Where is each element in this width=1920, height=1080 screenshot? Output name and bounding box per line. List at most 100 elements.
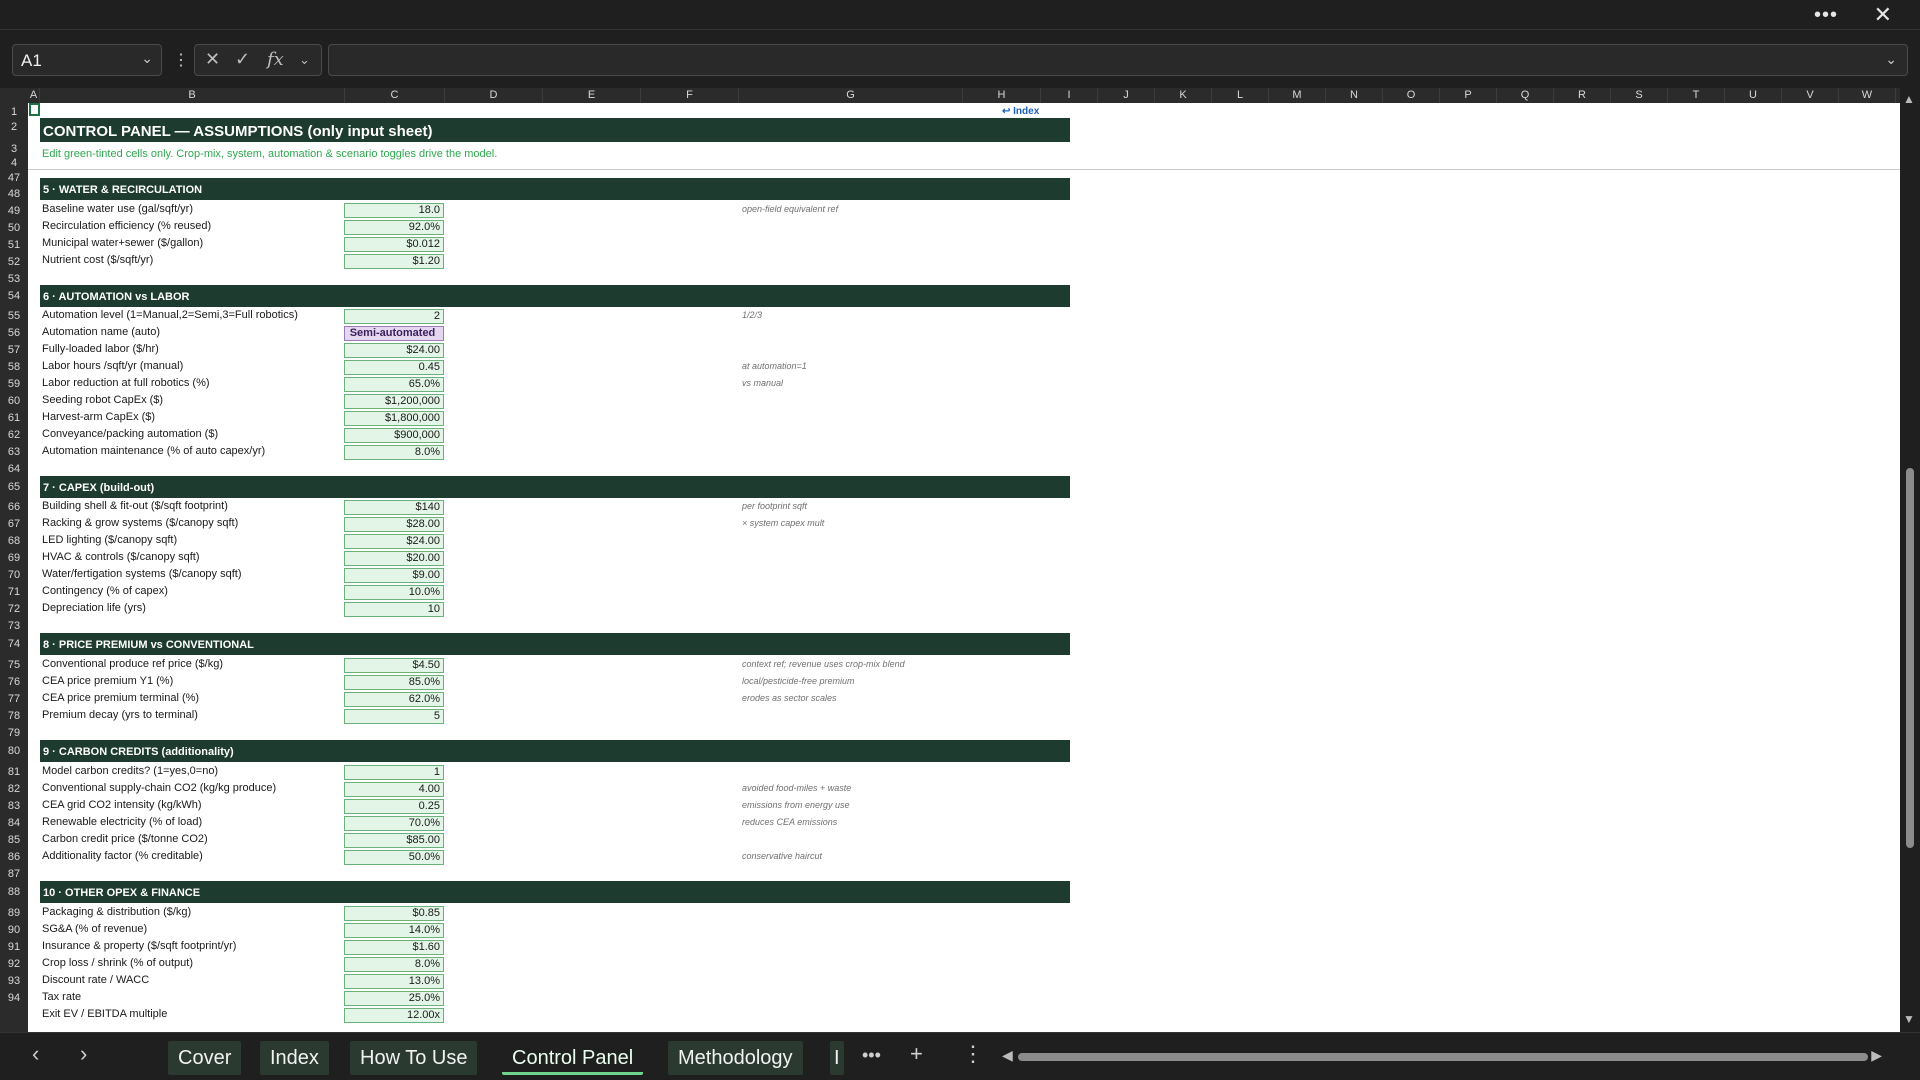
input-credit-price[interactable]: $85.00 <box>344 833 444 848</box>
row-header-51[interactable]: 51 <box>0 239 28 251</box>
column-header-t[interactable]: T <box>1668 88 1725 103</box>
column-header-a[interactable]: A <box>28 88 40 103</box>
input-renewable[interactable]: 70.0% <box>344 816 444 831</box>
row-header-90[interactable]: 90 <box>0 924 28 936</box>
input-additionality[interactable]: 50.0% <box>344 850 444 865</box>
input-building-shell[interactable]: $140 <box>344 500 444 515</box>
input-sga[interactable]: 14.0% <box>344 923 444 938</box>
row-header-62[interactable]: 62 <box>0 429 28 441</box>
column-header-m[interactable]: M <box>1269 88 1326 103</box>
column-header-n[interactable]: N <box>1326 88 1383 103</box>
row-header-72[interactable]: 72 <box>0 603 28 615</box>
chevron-down-icon[interactable]: ⌄ <box>141 50 153 67</box>
column-header-j[interactable]: J <box>1098 88 1155 103</box>
tab-cover[interactable]: Cover <box>168 1041 242 1075</box>
column-header-e[interactable]: E <box>543 88 641 103</box>
row-header-1[interactable]: 1 <box>0 106 28 118</box>
row-header-47[interactable]: 47 <box>0 172 28 184</box>
horizontal-scrollbar[interactable]: ◀ ▶ <box>1002 1047 1882 1063</box>
column-header-v[interactable]: V <box>1782 88 1839 103</box>
tab-truncated[interactable]: I <box>830 1041 844 1075</box>
next-sheet-icon[interactable]: › <box>80 1041 87 1067</box>
row-header-76[interactable]: 76 <box>0 676 28 688</box>
row-header-74[interactable]: 74 <box>0 638 28 650</box>
sheet-options-icon[interactable]: ⋮ <box>962 1041 984 1067</box>
column-header-k[interactable]: K <box>1155 88 1212 103</box>
sheet-area[interactable]: ↩ Index CONTROL PANEL — ASSUMPTIONS (onl… <box>28 103 1900 1032</box>
add-sheet-icon[interactable]: + <box>910 1041 923 1067</box>
row-header-63[interactable]: 63 <box>0 446 28 458</box>
fx-icon[interactable]: fx <box>267 49 284 70</box>
row-header-56[interactable]: 56 <box>0 327 28 339</box>
row-header-89[interactable]: 89 <box>0 907 28 919</box>
scroll-left-icon[interactable]: ◀ <box>1002 1047 1013 1064</box>
input-baseline-water[interactable]: 18.0 <box>344 203 444 218</box>
row-header-77[interactable]: 77 <box>0 693 28 705</box>
input-grid-co2[interactable]: 0.25 <box>344 799 444 814</box>
column-header-f[interactable]: F <box>641 88 739 103</box>
row-header-60[interactable]: 60 <box>0 395 28 407</box>
row-header-70[interactable]: 70 <box>0 569 28 581</box>
row-header-82[interactable]: 82 <box>0 783 28 795</box>
scroll-right-icon[interactable]: ▶ <box>1871 1047 1882 1064</box>
more-sheets-icon[interactable]: ••• <box>862 1045 881 1066</box>
index-link[interactable]: ↩ Index <box>1002 106 1039 117</box>
row-header-53[interactable]: 53 <box>0 273 28 285</box>
row-header-48[interactable]: 48 <box>0 188 28 200</box>
input-model-carbon[interactable]: 1 <box>344 765 444 780</box>
close-icon[interactable]: ✕ <box>1874 2 1892 28</box>
column-header-i[interactable]: I <box>1041 88 1098 103</box>
name-box[interactable]: A1 ⌄ <box>12 44 162 76</box>
row-header-64[interactable]: 64 <box>0 463 28 475</box>
input-premium-decay[interactable]: 5 <box>344 709 444 724</box>
input-automation-maint[interactable]: 8.0% <box>344 445 444 460</box>
column-header-d[interactable]: D <box>445 88 543 103</box>
input-labor-reduction[interactable]: 65.0% <box>344 377 444 392</box>
tab-control-panel[interactable]: Control Panel <box>502 1041 644 1075</box>
input-recirculation[interactable]: 92.0% <box>344 220 444 235</box>
row-header-68[interactable]: 68 <box>0 535 28 547</box>
row-header-86[interactable]: 86 <box>0 851 28 863</box>
input-labor-rate[interactable]: $24.00 <box>344 343 444 358</box>
prev-sheet-icon[interactable]: ‹ <box>32 1041 39 1067</box>
input-conv-co2[interactable]: 4.00 <box>344 782 444 797</box>
row-header-87[interactable]: 87 <box>0 868 28 880</box>
row-header-84[interactable]: 84 <box>0 817 28 829</box>
row-header-67[interactable]: 67 <box>0 518 28 530</box>
scroll-down-icon[interactable]: ▼ <box>1903 1012 1915 1026</box>
column-header-b[interactable]: B <box>40 88 345 103</box>
tab-index[interactable]: Index <box>260 1041 329 1075</box>
column-header-s[interactable]: S <box>1611 88 1668 103</box>
column-header-w[interactable]: W <box>1839 88 1896 103</box>
formula-input[interactable]: ⌄ <box>328 44 1908 76</box>
cancel-icon[interactable]: ✕ <box>205 49 220 70</box>
row-header-54[interactable]: 54 <box>0 290 28 302</box>
row-header-66[interactable]: 66 <box>0 501 28 513</box>
row-header-3[interactable]: 3 <box>0 143 28 155</box>
row-header-85[interactable]: 85 <box>0 834 28 846</box>
input-premium-terminal[interactable]: 62.0% <box>344 692 444 707</box>
input-exit-multiple[interactable]: 12.00x <box>344 1008 444 1023</box>
row-header-59[interactable]: 59 <box>0 378 28 390</box>
input-racking[interactable]: $28.00 <box>344 517 444 532</box>
row-header-57[interactable]: 57 <box>0 344 28 356</box>
column-header-c[interactable]: C <box>345 88 445 103</box>
row-header-71[interactable]: 71 <box>0 586 28 598</box>
more-options-icon[interactable]: ••• <box>1814 4 1838 27</box>
column-header-l[interactable]: L <box>1212 88 1269 103</box>
input-fertigation[interactable]: $9.00 <box>344 568 444 583</box>
row-header-69[interactable]: 69 <box>0 552 28 564</box>
input-harvest-arm[interactable]: $1,800,000 <box>344 411 444 426</box>
input-labor-hours[interactable]: 0.45 <box>344 360 444 375</box>
column-header-g[interactable]: G <box>739 88 963 103</box>
scroll-up-icon[interactable]: ▲ <box>1903 92 1915 106</box>
chevron-down-icon[interactable]: ⌄ <box>299 52 310 68</box>
input-insurance[interactable]: $1.60 <box>344 940 444 955</box>
input-hvac[interactable]: $20.00 <box>344 551 444 566</box>
input-nutrient-cost[interactable]: $1.20 <box>344 254 444 269</box>
input-crop-loss[interactable]: 8.0% <box>344 957 444 972</box>
input-depreciation[interactable]: 10 <box>344 602 444 617</box>
row-header-78[interactable]: 78 <box>0 710 28 722</box>
input-led[interactable]: $24.00 <box>344 534 444 549</box>
tab-methodology[interactable]: Methodology <box>668 1041 803 1075</box>
